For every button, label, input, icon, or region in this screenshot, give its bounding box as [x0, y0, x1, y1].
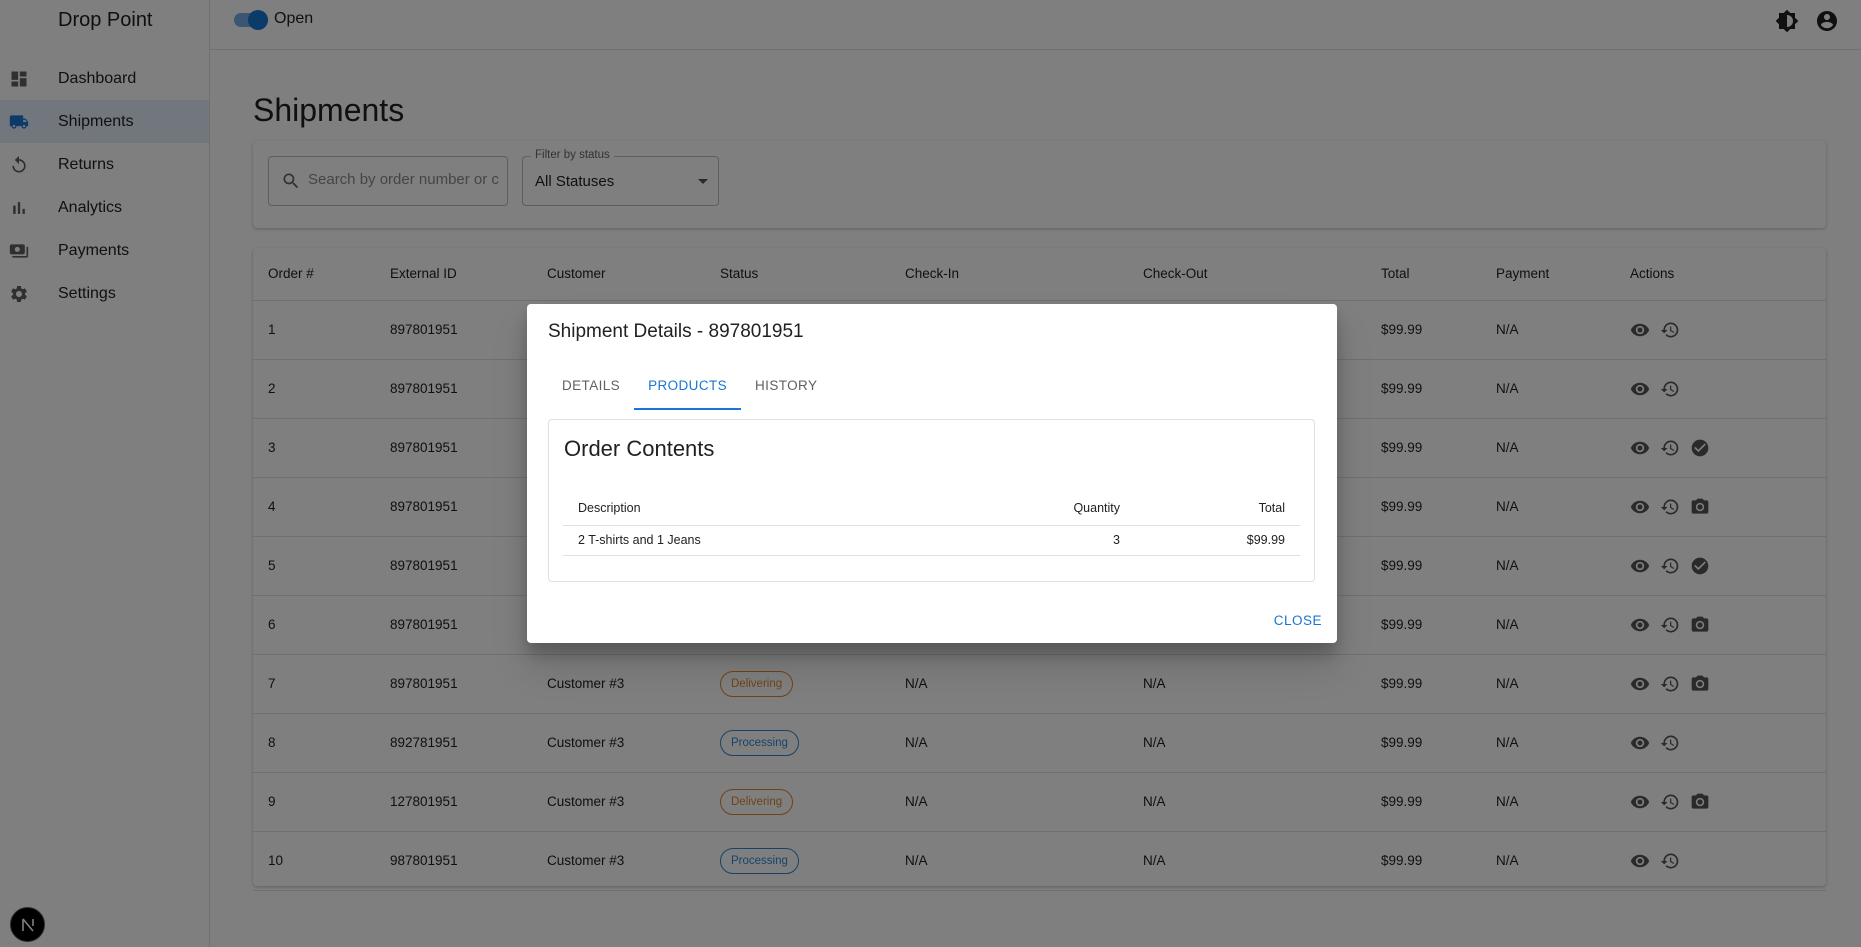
column-header: Description — [563, 491, 975, 526]
item-quantity: 3 — [975, 525, 1135, 556]
item-description: 2 T-shirts and 1 Jeans — [563, 525, 975, 556]
order-contents-panel: Order Contents Description Quantity Tota… — [548, 419, 1315, 582]
order-contents-table: Description Quantity Total 2 T-shirts an… — [563, 491, 1300, 556]
column-header: Total — [1135, 491, 1300, 526]
close-button[interactable]: CLOSE — [1274, 613, 1322, 628]
dialog-tabs: DETAILS PRODUCTS HISTORY — [548, 368, 831, 410]
contents-row: 2 T-shirts and 1 Jeans 3 $99.99 — [563, 525, 1300, 556]
tab-products[interactable]: PRODUCTS — [634, 368, 742, 410]
tab-details[interactable]: DETAILS — [548, 368, 634, 410]
column-header: Quantity — [975, 491, 1135, 526]
item-total: $99.99 — [1135, 525, 1300, 556]
tab-history[interactable]: HISTORY — [741, 368, 831, 410]
contents-header-row: Description Quantity Total — [563, 491, 1300, 526]
shipment-details-dialog: Shipment Details - 897801951 DETAILS PRO… — [527, 304, 1337, 643]
dialog-title: Shipment Details - 897801951 — [548, 321, 804, 342]
order-contents-title: Order Contents — [564, 436, 715, 461]
